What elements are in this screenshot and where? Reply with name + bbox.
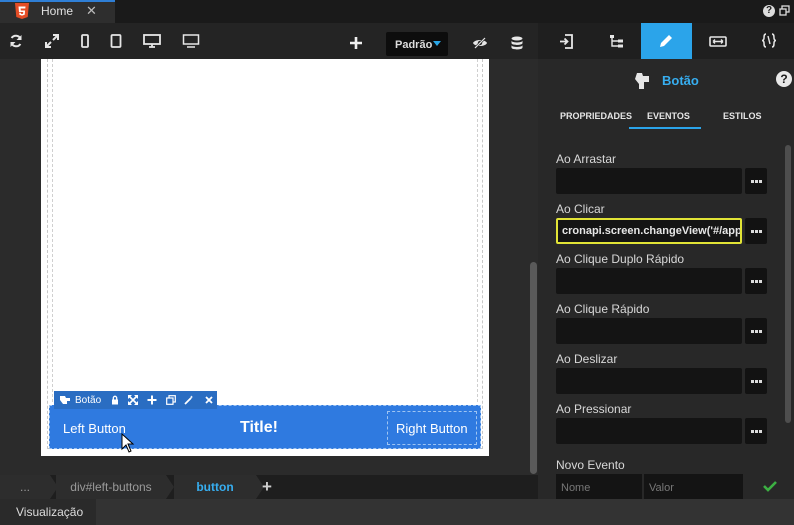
event-input-swipe[interactable] — [556, 368, 742, 394]
refresh-icon[interactable] — [9, 34, 23, 48]
bar-title[interactable]: Title! — [240, 419, 278, 437]
event-label-double-tap: Ao Clique Duplo Rápido — [556, 252, 685, 266]
event-label-press: Ao Pressionar — [556, 402, 632, 416]
canvas-scrollbar-thumb[interactable] — [530, 262, 537, 474]
more-icon — [751, 380, 762, 383]
tab-label: Home — [41, 4, 74, 18]
event-input-tap[interactable] — [556, 318, 742, 344]
new-event-name-input[interactable]: Nome — [556, 474, 642, 499]
lock-icon[interactable] — [110, 395, 120, 405]
more-icon — [751, 430, 762, 433]
event-options-tap[interactable] — [745, 318, 767, 344]
event-label-tap: Ao Clique Rápido — [556, 302, 650, 316]
mouse-cursor-icon — [121, 433, 135, 453]
breadcrumb-item-button[interactable]: button — [174, 475, 256, 499]
subtab-styles[interactable]: ESTILOS — [723, 111, 762, 121]
expand-icon[interactable] — [45, 34, 59, 48]
tree-icon[interactable] — [609, 34, 624, 48]
tablet-icon[interactable] — [109, 34, 123, 48]
more-icon — [751, 180, 762, 183]
hand-pointer-icon — [635, 73, 649, 89]
more-icon — [751, 280, 762, 283]
event-options-press[interactable] — [745, 418, 767, 444]
view-tab[interactable]: Visualização — [0, 499, 96, 525]
breadcrumb-ellipsis[interactable]: ... — [0, 475, 50, 499]
content-outline — [52, 59, 478, 402]
panel-title: Botão — [662, 73, 699, 88]
event-label-click: Ao Clicar — [556, 202, 605, 216]
database-icon[interactable] — [511, 36, 523, 50]
new-event-label: Novo Evento — [556, 458, 625, 472]
copy-icon[interactable] — [166, 395, 176, 405]
help-icon[interactable]: ? — [763, 5, 775, 17]
resize-icon[interactable] — [709, 36, 727, 47]
subtab-properties[interactable]: PROPRIEDADES — [560, 111, 632, 121]
phone-icon[interactable] — [78, 34, 92, 48]
breadcrumb-separator — [166, 475, 174, 499]
pencil-icon[interactable] — [658, 33, 674, 49]
restore-window-icon[interactable] — [779, 5, 790, 16]
move-icon[interactable] — [128, 395, 138, 405]
more-icon — [751, 330, 762, 333]
code-icon[interactable] — [762, 33, 776, 48]
left-button[interactable]: Left Button — [55, 411, 155, 445]
subtab-active-indicator — [629, 127, 701, 129]
event-options-double-tap[interactable] — [745, 268, 767, 294]
event-options-drag[interactable] — [745, 168, 767, 194]
chevron-down-icon — [433, 41, 441, 46]
element-toolbar-name: Botão — [75, 395, 102, 406]
check-icon[interactable] — [763, 480, 777, 492]
panel-help-icon[interactable]: ? — [776, 71, 792, 87]
right-button[interactable]: Right Button — [387, 411, 477, 445]
eye-slash-icon[interactable] — [472, 37, 488, 49]
new-event-value-input[interactable]: Valor — [644, 474, 743, 499]
add-icon[interactable] — [147, 395, 157, 405]
event-input-click[interactable]: cronapi.screen.changeView('#/app/ — [556, 218, 742, 244]
login-icon[interactable] — [559, 34, 573, 49]
plus-icon[interactable] — [350, 37, 362, 49]
hand-icon — [60, 396, 70, 404]
event-label-drag: Ao Arrastar — [556, 152, 617, 166]
bottom-panel-bar — [0, 499, 794, 525]
subtab-events[interactable]: EVENTOS — [647, 111, 690, 121]
breadcrumb-add-icon[interactable]: + — [262, 477, 272, 497]
html5-icon — [15, 3, 29, 19]
event-input-drag[interactable] — [556, 168, 742, 194]
tab-bar — [0, 0, 794, 23]
breadcrumb-item-div[interactable]: div#left-buttons — [56, 475, 166, 499]
desktop-icon[interactable] — [143, 34, 161, 48]
more-icon — [751, 230, 762, 233]
event-label-swipe: Ao Deslizar — [556, 352, 618, 366]
panel-scrollbar[interactable] — [785, 145, 791, 423]
event-input-press[interactable] — [556, 418, 742, 444]
close-icon[interactable] — [204, 395, 214, 405]
event-options-click[interactable] — [745, 218, 767, 244]
event-input-double-tap[interactable] — [556, 268, 742, 294]
monitor-icon[interactable] — [182, 34, 200, 48]
tab-close-icon[interactable]: ✕ — [86, 3, 97, 19]
magic-wand-icon[interactable] — [184, 395, 194, 405]
event-options-swipe[interactable] — [745, 368, 767, 394]
